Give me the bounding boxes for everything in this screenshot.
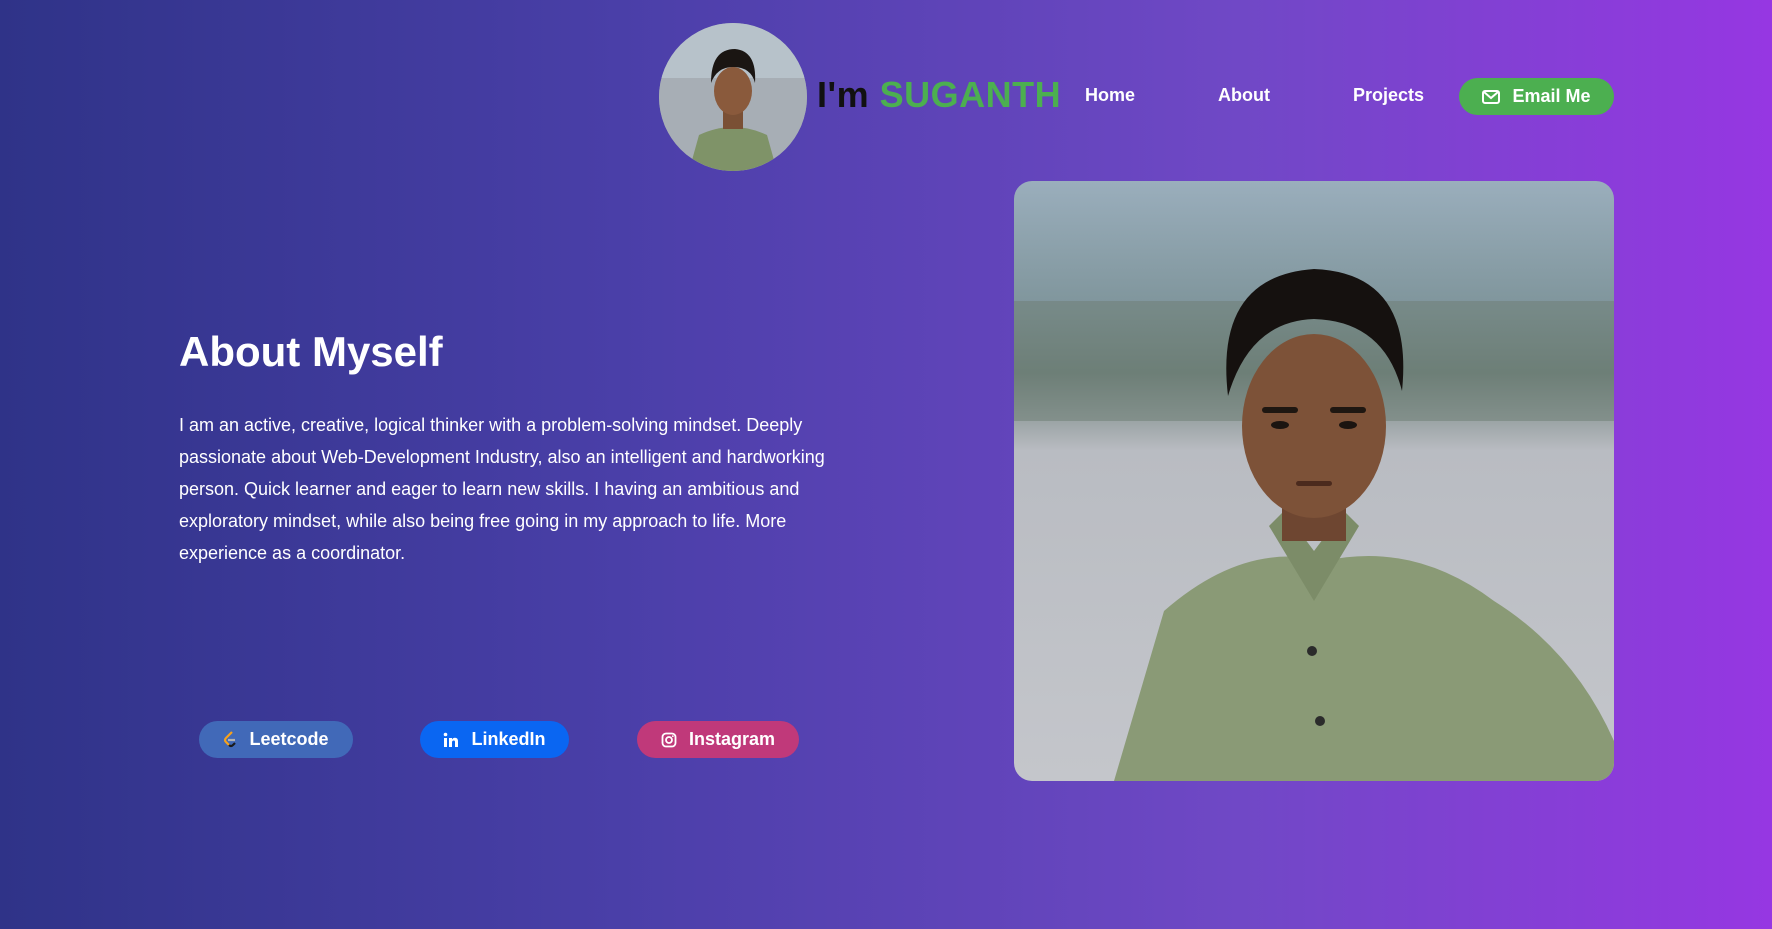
leetcode-button[interactable]: Leetcode bbox=[199, 721, 353, 758]
linkedin-label: LinkedIn bbox=[471, 729, 546, 749]
instagram-icon bbox=[661, 732, 677, 748]
leetcode-icon bbox=[223, 731, 237, 748]
nav-about[interactable]: About bbox=[1218, 85, 1270, 106]
linkedin-button[interactable]: LinkedIn bbox=[420, 721, 569, 758]
about-description: I am an active, creative, logical thinke… bbox=[179, 415, 825, 563]
profile-photo-portrait bbox=[1014, 269, 1614, 781]
about-title: About Myself bbox=[179, 328, 443, 375]
brand-title: I'm SUGANTH bbox=[817, 74, 1061, 116]
email-me-button[interactable]: Email Me bbox=[1459, 78, 1614, 115]
instagram-button[interactable]: Instagram bbox=[637, 721, 799, 758]
envelope-icon bbox=[1482, 89, 1501, 104]
linkedin-icon bbox=[443, 732, 459, 748]
instagram-label: Instagram bbox=[688, 729, 776, 749]
leetcode-label: Leetcode bbox=[249, 729, 329, 749]
nav-projects[interactable]: Projects bbox=[1353, 85, 1424, 106]
nav-home[interactable]: Home bbox=[1085, 85, 1135, 106]
brand-prefix: I'm bbox=[817, 74, 870, 115]
profile-photo bbox=[1014, 181, 1614, 781]
header-avatar bbox=[659, 23, 807, 171]
email-me-label: Email Me bbox=[1512, 86, 1591, 106]
brand-name: SUGANTH bbox=[879, 74, 1062, 115]
avatar-portrait bbox=[659, 23, 807, 171]
